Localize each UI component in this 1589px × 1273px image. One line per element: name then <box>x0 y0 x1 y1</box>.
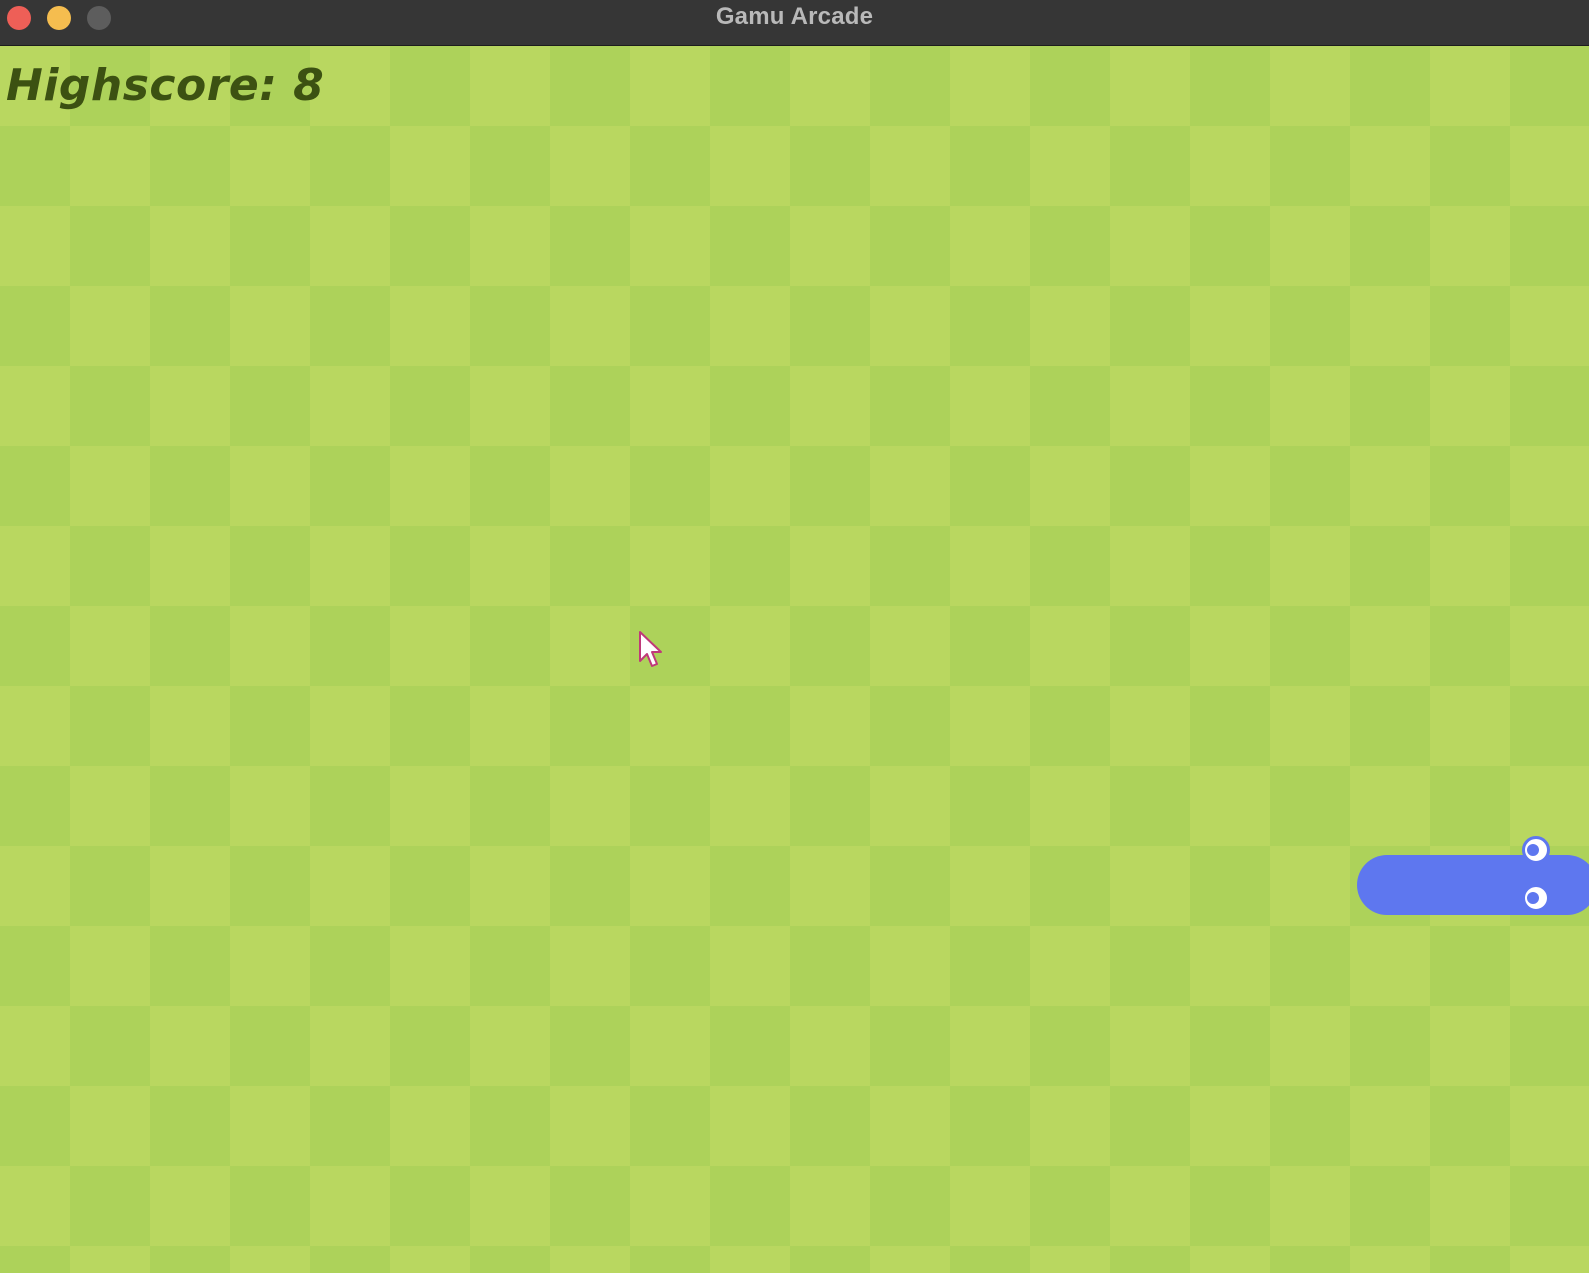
snake-body <box>1357 855 1589 915</box>
window-title: Gamu Arcade <box>715 3 874 30</box>
snake-eye-icon <box>1522 836 1550 864</box>
snake-eye-icon <box>1522 884 1550 912</box>
game-board[interactable]: Highscore: 8 <box>0 46 1589 1273</box>
arrow-cursor-icon <box>639 631 662 667</box>
game-window: Gamu Arcade Highscore: 8 <box>0 0 1589 1273</box>
highscore-label: Highscore: 8 <box>6 60 325 111</box>
title-bar[interactable]: Gamu Arcade <box>0 0 1589 46</box>
